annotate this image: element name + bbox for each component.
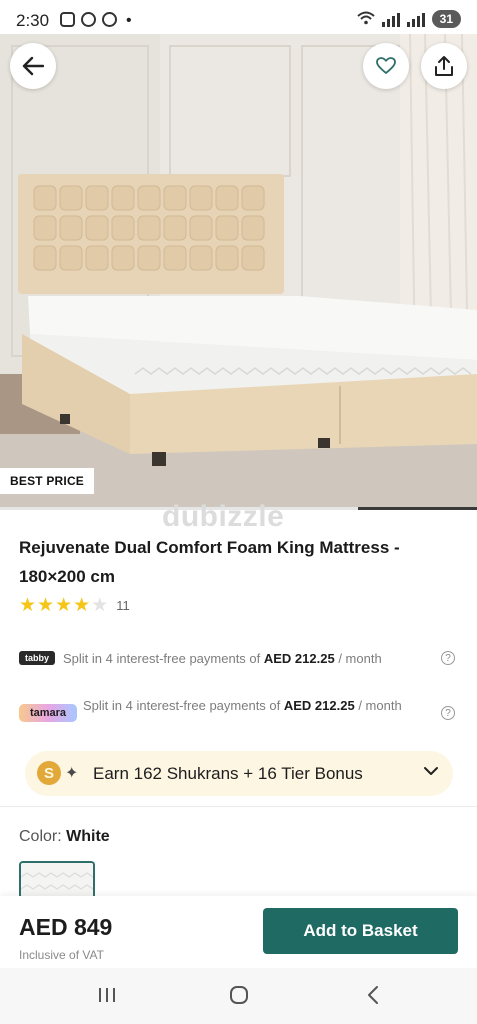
sparkle-icon: ✦: [65, 765, 79, 782]
star-icon: ★: [19, 595, 37, 616]
tamara-installments[interactable]: tamara Split in 4 interest-free payments…: [19, 694, 459, 736]
carousel-indicator: [358, 507, 477, 510]
color-label: Color: White: [19, 828, 110, 845]
signal-icon-2: [406, 11, 425, 27]
share-icon: [435, 56, 453, 76]
tabby-logo: tabby: [19, 651, 55, 665]
system-icons: 31: [356, 10, 461, 28]
product-title: Rejuvenate Dual Comfort Foam King Mattre…: [19, 538, 400, 586]
status-time: 2:30: [16, 11, 50, 30]
product-rating[interactable]: ★ ★ ★ ★ ★ 11: [19, 596, 130, 615]
arrow-left-icon: [22, 56, 44, 76]
whatsapp-notification-icon: [102, 12, 117, 27]
home-icon[interactable]: [229, 985, 249, 1005]
help-icon[interactable]: ?: [441, 651, 455, 665]
chevron-down-icon: [424, 767, 438, 775]
star-icon: ★: [91, 595, 109, 616]
heart-icon: [376, 57, 396, 74]
product-price: AED 849: [19, 914, 113, 940]
viber-notification-icon: [81, 12, 96, 27]
help-icon[interactable]: ?: [441, 706, 455, 720]
recent-apps-icon[interactable]: [97, 985, 117, 1005]
more-notifications-dot: •: [126, 12, 132, 29]
shukran-text: Earn 162 Shukrans + 16 Tier Bonus: [93, 764, 363, 783]
add-to-basket-button[interactable]: Add to Basket: [263, 908, 458, 954]
vat-note: Inclusive of VAT: [19, 948, 104, 962]
gallery-notification-icon: [60, 12, 75, 27]
battery-indicator: 31: [431, 10, 461, 28]
star-icon: ★: [55, 595, 73, 616]
wishlist-button[interactable]: [363, 43, 409, 89]
dubizzle-watermark: dubizzle: [162, 500, 285, 533]
section-divider: [0, 806, 477, 807]
product-image-carousel[interactable]: [0, 34, 477, 510]
back-nav-icon[interactable]: [366, 985, 380, 1005]
shukran-coin-icon: S: [37, 761, 61, 785]
share-button[interactable]: [421, 43, 467, 89]
mattress-bed-image: [0, 34, 477, 510]
checkout-bar: AED 849 Inclusive of VAT Add to Basket: [0, 896, 477, 968]
star-icon: ★: [37, 595, 55, 616]
tamara-text: Split in 4 interest-free payments of AED…: [83, 698, 402, 713]
notification-icons: [60, 12, 117, 27]
back-button[interactable]: [10, 43, 56, 89]
rating-count: 11: [116, 598, 130, 613]
tabby-installments[interactable]: tabby Split in 4 interest-free payments …: [19, 648, 459, 668]
shukran-rewards-banner[interactable]: S ✦ Earn 162 Shukrans + 16 Tier Bonus: [25, 751, 453, 796]
system-navigation-bar: [0, 968, 477, 1024]
star-icon: ★: [73, 595, 91, 616]
best-price-badge: BEST PRICE: [0, 468, 95, 494]
tabby-text: Split in 4 interest-free payments of AED…: [63, 650, 382, 666]
wifi-icon: [356, 11, 375, 28]
signal-icon: [381, 11, 400, 27]
tamara-logo: tamara: [19, 704, 77, 722]
